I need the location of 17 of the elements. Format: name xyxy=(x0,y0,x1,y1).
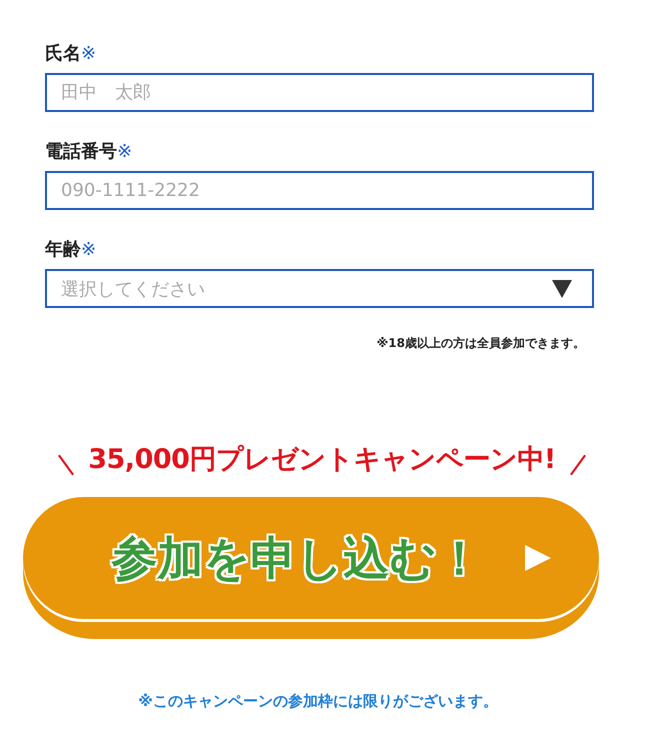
required-mark: ※ xyxy=(81,42,96,66)
play-icon xyxy=(524,545,550,571)
text-field[interactable]: 田中 太郎 xyxy=(45,73,594,112)
slash-mark-icon xyxy=(570,454,586,476)
field-label: 氏名 xyxy=(45,42,81,66)
age-note: ※18歳以上の方は全員参加できます。 xyxy=(376,335,586,352)
apply-button[interactable]: 参加を申し込む！ xyxy=(23,497,599,639)
text-field[interactable]: 090-1111-2222 xyxy=(45,171,594,210)
select-field[interactable]: 選択してください xyxy=(45,269,594,308)
field-label: 年齢 xyxy=(45,238,81,262)
required-mark: ※ xyxy=(117,140,132,164)
campaign-headline: 35,000円プレゼントキャンペーン中! xyxy=(88,443,556,477)
caret-icon xyxy=(552,280,572,298)
field-label: 電話番号 xyxy=(45,140,117,164)
campaign-footnote: ※このキャンペーンの参加枠には限りがございます。 xyxy=(138,691,498,711)
slash-mark-icon xyxy=(58,454,74,476)
required-mark: ※ xyxy=(81,238,96,262)
